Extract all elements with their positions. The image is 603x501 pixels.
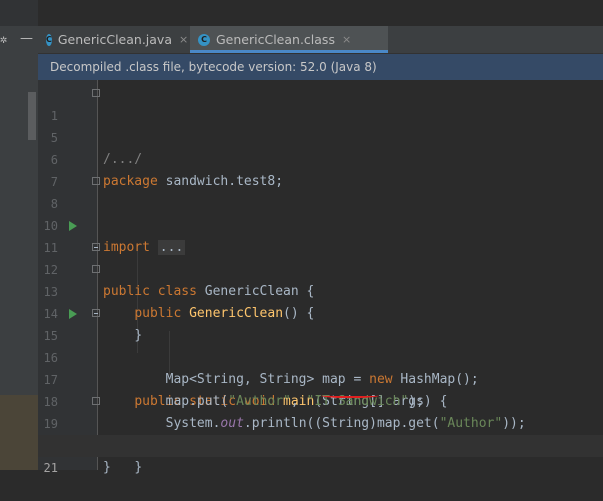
code-line: 5 bbox=[38, 105, 603, 145]
code-line: 1 /.../ bbox=[38, 83, 603, 167]
editor-tab-bar: C GenericClean.java × C GenericClean.cla… bbox=[38, 26, 603, 54]
closing-brace: } bbox=[103, 460, 111, 475]
tool-window-controls: ✲ — bbox=[0, 27, 38, 52]
code-line: 17 map.put("Author", "IT Sandwich"); bbox=[38, 347, 603, 409]
scrollbar-thumb[interactable] bbox=[28, 92, 36, 140]
fold-icon[interactable] bbox=[92, 89, 100, 97]
class-file-icon: C bbox=[198, 33, 210, 46]
code-line: 15 public static void main(String[] args… bbox=[38, 303, 603, 409]
gear-icon[interactable]: ✲ bbox=[0, 32, 7, 46]
class-file-icon: C bbox=[46, 33, 52, 46]
code-line: 6 package sandwich.test8; bbox=[38, 127, 603, 189]
run-icon[interactable] bbox=[69, 221, 77, 231]
close-icon[interactable]: × bbox=[342, 33, 351, 46]
code-line: 8 import ... bbox=[38, 171, 603, 255]
code-line: 10 bbox=[38, 193, 603, 233]
fold-icon[interactable] bbox=[92, 397, 100, 405]
code-text: } bbox=[103, 457, 111, 479]
code-line: 16 Map<String, String> map = new HashMap… bbox=[38, 325, 603, 387]
red-underline-annotation bbox=[321, 392, 379, 398]
closing-brace: } bbox=[134, 460, 143, 475]
code-line: 13 } bbox=[38, 259, 603, 343]
banner-text: Decompiled .class file, bytecode version… bbox=[50, 60, 377, 74]
code-line: 18 System.out.println((String)map.get("A… bbox=[38, 369, 603, 431]
fold-icon[interactable] bbox=[92, 243, 100, 251]
fold-icon[interactable] bbox=[92, 265, 100, 273]
minimize-icon[interactable]: — bbox=[20, 31, 33, 46]
tab-genericclean-java[interactable]: C GenericClean.java × bbox=[46, 26, 188, 53]
tab-genericclean-class[interactable]: C GenericClean.class × bbox=[190, 26, 388, 53]
code-line: 11 public class GenericClean { bbox=[38, 215, 603, 299]
fold-icon[interactable] bbox=[92, 177, 100, 185]
fold-icon[interactable] bbox=[92, 309, 100, 317]
tab-label: GenericClean.java bbox=[57, 32, 172, 47]
close-icon[interactable]: × bbox=[179, 33, 188, 46]
title-strip bbox=[0, 0, 38, 26]
selected-tree-area bbox=[0, 395, 38, 470]
code-editor[interactable]: 1 /.../ 5 6 package sandwich.test8; 7 8 … bbox=[38, 80, 603, 475]
code-line: 12 public GenericClean() { bbox=[38, 237, 603, 321]
code-line: 7 bbox=[38, 149, 603, 189]
code-line: 20 } bbox=[38, 413, 603, 475]
code-line-current: 21 bbox=[38, 435, 603, 475]
decompiled-notice-banner: Decompiled .class file, bytecode version… bbox=[38, 54, 603, 80]
project-tool-window-strip: ✲ — bbox=[0, 0, 38, 470]
line-number: 21 bbox=[43, 461, 58, 475]
run-icon[interactable] bbox=[69, 309, 77, 319]
code-line: 14 bbox=[38, 281, 603, 321]
tab-label: GenericClean.class bbox=[216, 32, 335, 47]
